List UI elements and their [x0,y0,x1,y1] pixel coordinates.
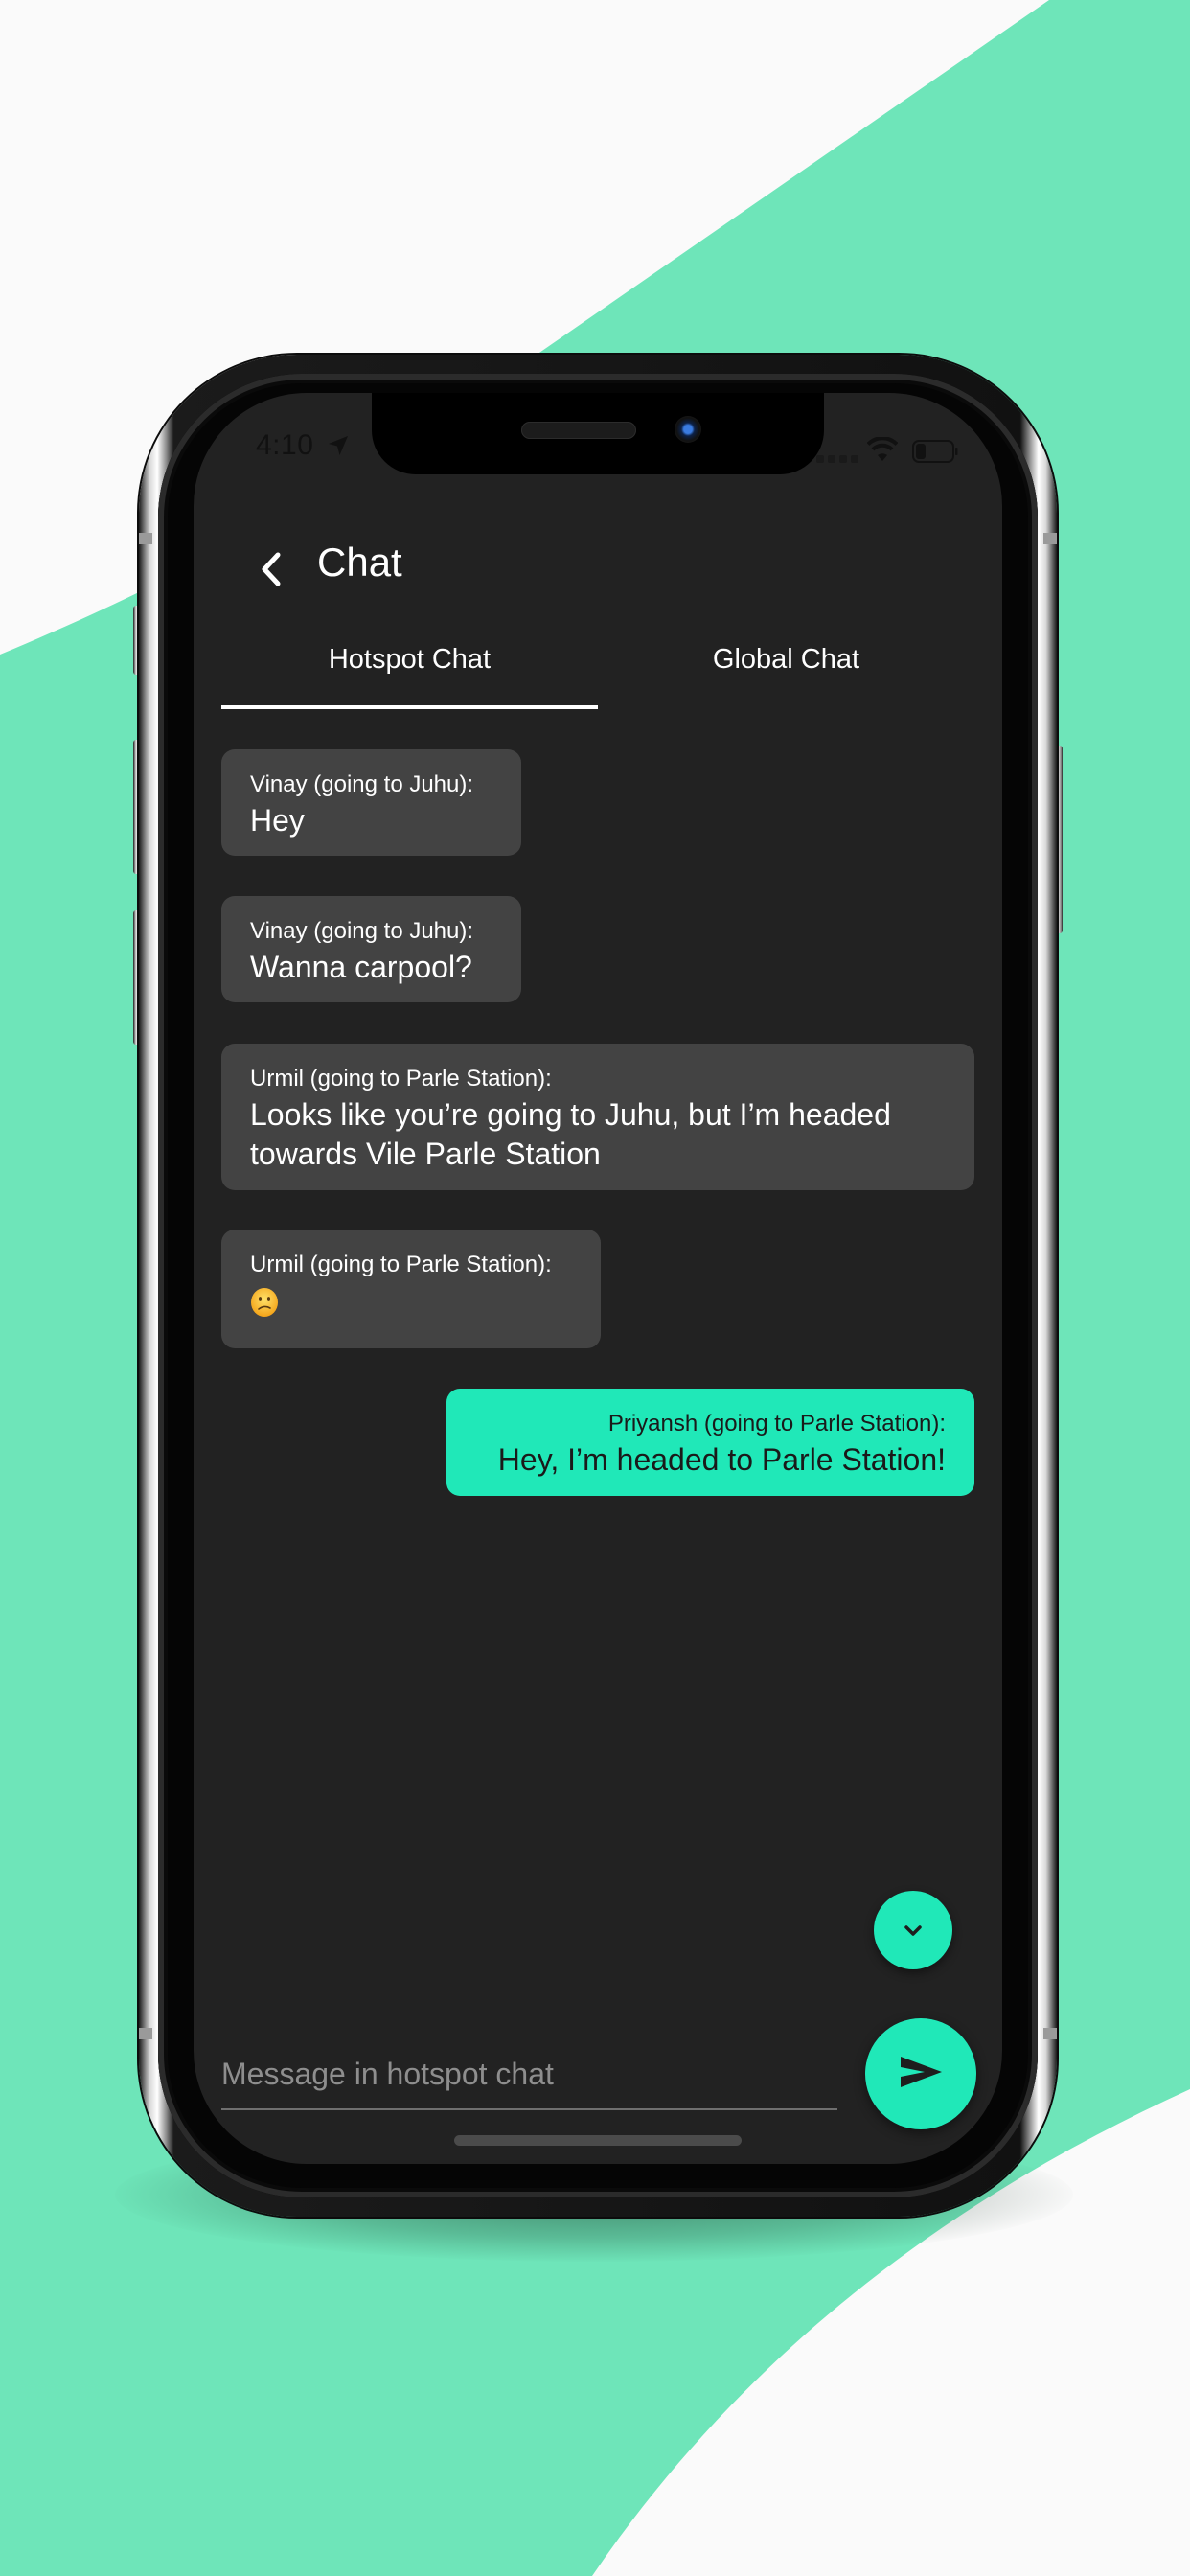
message-sender: Vinay (going to Juhu): [250,918,474,944]
speaker-grille [521,422,636,439]
message-input[interactable] [221,2039,837,2110]
message-bubble: Vinay (going to Juhu): Hey [221,749,521,856]
tab-hotspot-chat[interactable]: Hotspot Chat [221,623,598,709]
message-text: Wanna carpool? [250,950,472,984]
scroll-down-button[interactable] [874,1891,952,1969]
send-icon [901,2057,942,2087]
antenna-band [139,2028,152,2039]
status-time: 4:10 [256,429,314,461]
phone-screen: 4:10 Chat Hotspot Chat Global Chat Vinay… [194,393,1002,2164]
message-sender: Vinay (going to Juhu): [250,771,474,797]
signal-icon [816,455,858,463]
app-header: Chat [194,532,1002,609]
chat-tabs: Hotspot Chat Global Chat [221,623,974,714]
message-sender: Urmil (going to Parle Station): [250,1066,552,1092]
front-camera [675,416,701,443]
message-bubble: Urmil (going to Parle Station): Looks li… [221,1044,974,1190]
message-text: Looks like you’re going to Juhu, but I’m… [250,1097,891,1171]
chevron-down-icon [904,1925,922,1936]
chevron-left-icon[interactable] [251,545,289,593]
page-title: Chat [317,540,402,585]
message-bubble: Vinay (going to Juhu): Wanna carpool? [221,896,521,1002]
message-sender: Urmil (going to Parle Station): [250,1252,552,1277]
battery-icon [912,440,958,463]
home-indicator[interactable] [454,2135,742,2146]
tab-global-chat[interactable]: Global Chat [598,623,974,709]
wifi-icon [867,437,898,461]
confused-face-emoji [251,1288,278,1317]
message-text: Hey, I’m headed to Parle Station! [497,1442,946,1477]
location-arrow-icon [329,436,348,455]
message-bubble-own: Priyansh (going to Parle Station): Hey, … [446,1389,974,1496]
antenna-band [1043,2028,1057,2039]
antenna-band [139,533,152,544]
message-sender: Priyansh (going to Parle Station): [607,1411,946,1437]
antenna-band [1043,533,1057,544]
message-bubble: Urmil (going to Parle Station): [221,1230,601,1348]
send-button[interactable] [865,2018,976,2129]
message-text: Hey [250,803,305,838]
notch [372,393,824,474]
